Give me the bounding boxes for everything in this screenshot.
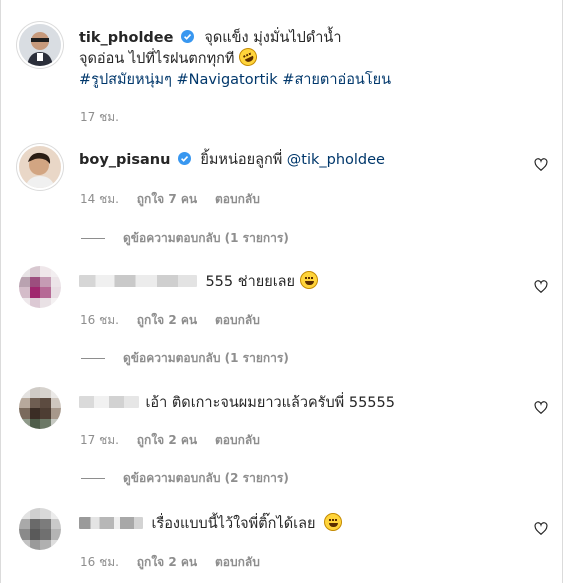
post-caption: tik_pholdee จุดแข็ง มุ่งมั่นไปดำน้ำ จุดอ… bbox=[79, 28, 539, 90]
comment-meta: 17 ชม. ถูกใจ 2 คน ตอบกลับ bbox=[80, 431, 274, 450]
grinning-sweat-emoji-icon bbox=[323, 513, 342, 531]
comment-meta: 14 ชม. ถูกใจ 7 คน ตอบกลับ bbox=[80, 190, 274, 209]
caption-line-2: จุดอ่อน ไปที่ไรฝนตกทุกที bbox=[79, 51, 235, 67]
view-replies-button[interactable]: ดูข้อความตอบกลับ (1 รายการ) bbox=[81, 229, 289, 248]
replies-divider-line bbox=[81, 358, 105, 359]
replies-divider-line bbox=[81, 478, 105, 479]
comment-body: 555 ช่ายยเลย bbox=[79, 271, 519, 292]
view-replies-button[interactable]: ดูข้อความตอบกลับ (2 รายการ) bbox=[81, 469, 289, 488]
caption-line-1: จุดแข็ง มุ่งมั่นไปดำน้ำ bbox=[204, 30, 342, 46]
comment-timestamp: 16 ชม. bbox=[80, 555, 119, 569]
replies-divider-line bbox=[81, 238, 105, 239]
comment-likes[interactable]: ถูกใจ 2 คน bbox=[137, 313, 197, 327]
comment-body: เอ้า ติดเกาะจนผมยาวแล้วครับพี่ 55555 bbox=[79, 393, 519, 413]
comment-username[interactable]: boy_pisanu bbox=[79, 152, 170, 168]
view-replies-button[interactable]: ดูข้อความตอบกลับ (1 รายการ) bbox=[81, 349, 289, 368]
view-replies-label: ดูข้อความตอบกลับ (1 รายการ) bbox=[123, 231, 289, 245]
view-replies-label: ดูข้อความตอบกลับ (1 รายการ) bbox=[123, 351, 289, 365]
comment-meta: 16 ชม. ถูกใจ 2 คน ตอบกลับ bbox=[80, 553, 274, 572]
comment-avatar[interactable] bbox=[19, 266, 61, 308]
comment-text: 555 ช่ายยเลย bbox=[205, 274, 296, 290]
comment-timestamp: 14 ชม. bbox=[80, 192, 119, 206]
heart-outline-icon[interactable] bbox=[534, 158, 548, 172]
post-author-avatar[interactable] bbox=[19, 24, 61, 66]
avatar-image bbox=[19, 146, 61, 188]
heart-outline-icon[interactable] bbox=[534, 401, 548, 415]
comment-avatar[interactable] bbox=[19, 508, 61, 550]
blurred-username[interactable] bbox=[79, 396, 139, 408]
comment-text: เรื่องแบบนี้ไว้ใจพี่ติ๊กได้เลย bbox=[151, 516, 316, 532]
comment-likes[interactable]: ถูกใจ 7 คน bbox=[137, 192, 197, 206]
verified-badge-icon bbox=[180, 30, 194, 43]
reply-button[interactable]: ตอบกลับ bbox=[215, 192, 260, 206]
heart-outline-icon[interactable] bbox=[534, 522, 548, 536]
comment-likes[interactable]: ถูกใจ 2 คน bbox=[137, 555, 197, 569]
avatar-image bbox=[19, 24, 61, 66]
verified-badge-icon bbox=[177, 152, 191, 165]
grinning-sweat-emoji-icon bbox=[299, 271, 318, 289]
comment-text: ยิ้มหน่อยลูกพี่ bbox=[200, 152, 283, 168]
rolling-laughing-emoji-icon bbox=[235, 45, 260, 69]
heart-outline-icon[interactable] bbox=[534, 280, 548, 294]
post-author-username[interactable]: tik_pholdee bbox=[79, 30, 173, 46]
comment-likes[interactable]: ถูกใจ 2 คน bbox=[137, 433, 197, 447]
comment-meta: 16 ชม. ถูกใจ 2 คน ตอบกลับ bbox=[80, 311, 274, 330]
view-replies-label: ดูข้อความตอบกลับ (2 รายการ) bbox=[123, 471, 289, 485]
post-timestamp: 17 ชม. bbox=[80, 110, 119, 124]
comments-panel: tik_pholdee จุดแข็ง มุ่งมั่นไปดำน้ำ จุดอ… bbox=[0, 0, 563, 583]
comment-mention[interactable]: @tik_pholdee bbox=[287, 152, 385, 168]
blurred-username[interactable] bbox=[79, 275, 197, 287]
comment-avatar[interactable] bbox=[19, 387, 61, 429]
comment-body: boy_pisanu ยิ้มหน่อยลูกพี่ @tik_pholdee bbox=[79, 150, 519, 170]
comment-avatar[interactable] bbox=[19, 146, 61, 188]
reply-button[interactable]: ตอบกลับ bbox=[215, 555, 260, 569]
reply-button[interactable]: ตอบกลับ bbox=[215, 433, 260, 447]
caption-hashtags[interactable]: #รูปสมัยหนุ่มๆ #Navigatortik #สายตาอ่อนโ… bbox=[79, 72, 391, 88]
comment-body: เรื่องแบบนี้ไว้ใจพี่ติ๊กได้เลย bbox=[79, 513, 519, 534]
comment-timestamp: 16 ชม. bbox=[80, 313, 119, 327]
comment-timestamp: 17 ชม. bbox=[80, 433, 119, 447]
reply-button[interactable]: ตอบกลับ bbox=[215, 313, 260, 327]
comment-text: เอ้า ติดเกาะจนผมยาวแล้วครับพี่ 55555 bbox=[145, 395, 395, 411]
blurred-username[interactable] bbox=[79, 517, 143, 529]
